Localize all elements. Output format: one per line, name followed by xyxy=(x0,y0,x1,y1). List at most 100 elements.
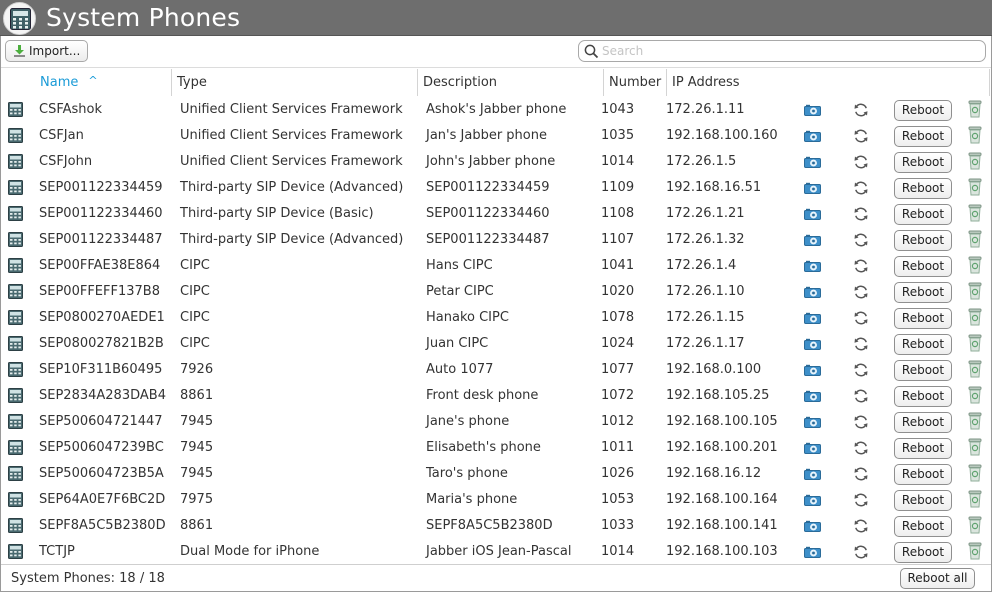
table-row[interactable]: SEP5006047239BC 7945 Elisabeth's phone 1… xyxy=(1,435,991,461)
sync-icon[interactable] xyxy=(853,102,869,118)
column-resizer[interactable] xyxy=(603,69,604,96)
column-header-description[interactable]: Description xyxy=(423,69,497,96)
table-row[interactable]: SEP2834A283DAB4 8861 Front desk phone 10… xyxy=(1,383,991,409)
reboot-all-button[interactable]: Reboot all xyxy=(900,568,975,589)
reboot-button[interactable]: Reboot xyxy=(894,386,952,407)
trash-icon[interactable] xyxy=(968,516,982,534)
reboot-button[interactable]: Reboot xyxy=(894,204,952,225)
camera-icon[interactable] xyxy=(804,520,821,532)
camera-icon[interactable] xyxy=(804,416,821,428)
table-row[interactable]: SEP080027821B2B CIPC Juan CIPC 1024 172.… xyxy=(1,331,991,357)
camera-icon[interactable] xyxy=(804,130,821,142)
trash-icon[interactable] xyxy=(968,360,982,378)
table-row[interactable]: SEP500604721447 7945 Jane's phone 1012 1… xyxy=(1,409,991,435)
reboot-button[interactable]: Reboot xyxy=(894,152,952,173)
sync-icon[interactable] xyxy=(853,206,869,222)
trash-icon[interactable] xyxy=(968,230,982,248)
camera-icon[interactable] xyxy=(804,442,821,454)
table-row[interactable]: SEP500604723B5A 7945 Taro's phone 1026 1… xyxy=(1,461,991,487)
camera-icon[interactable] xyxy=(804,208,821,220)
search-input[interactable] xyxy=(602,42,980,60)
column-resizer[interactable] xyxy=(171,69,172,96)
sync-icon[interactable] xyxy=(853,362,869,378)
reboot-button[interactable]: Reboot xyxy=(894,542,952,563)
sync-icon[interactable] xyxy=(853,518,869,534)
trash-icon[interactable] xyxy=(968,334,982,352)
sync-icon[interactable] xyxy=(853,128,869,144)
sync-icon[interactable] xyxy=(853,154,869,170)
column-resizer[interactable] xyxy=(417,69,418,96)
camera-icon[interactable] xyxy=(804,494,821,506)
reboot-button[interactable]: Reboot xyxy=(894,490,952,511)
trash-icon[interactable] xyxy=(968,438,982,456)
trash-icon[interactable] xyxy=(968,412,982,430)
reboot-button[interactable]: Reboot xyxy=(894,334,952,355)
sync-icon[interactable] xyxy=(853,388,869,404)
trash-icon[interactable] xyxy=(968,282,982,300)
table-row[interactable]: CSFJan Unified Client Services Framework… xyxy=(1,123,991,149)
trash-icon[interactable] xyxy=(968,178,982,196)
reboot-button[interactable]: Reboot xyxy=(894,438,952,459)
table-row[interactable]: SEPF8A5C5B2380D 8861 SEPF8A5C5B2380D 103… xyxy=(1,513,991,539)
camera-icon[interactable] xyxy=(804,364,821,376)
trash-icon[interactable] xyxy=(968,100,982,118)
column-header-type[interactable]: Type xyxy=(177,69,207,96)
trash-icon[interactable] xyxy=(968,308,982,326)
reboot-button[interactable]: Reboot xyxy=(894,126,952,147)
reboot-button[interactable]: Reboot xyxy=(894,464,952,485)
table-row[interactable]: SEP0800270AEDE1 CIPC Hanako CIPC 1078 17… xyxy=(1,305,991,331)
reboot-button[interactable]: Reboot xyxy=(894,100,952,121)
camera-icon[interactable] xyxy=(804,182,821,194)
trash-icon[interactable] xyxy=(968,256,982,274)
column-header-name[interactable]: Name ^ xyxy=(40,69,98,96)
camera-icon[interactable] xyxy=(804,156,821,168)
table-row[interactable]: SEP00FFEFF137B8 CIPC Petar CIPC 1020 172… xyxy=(1,279,991,305)
table-row[interactable]: SEP10F311B60495 7926 Auto 1077 1077 192.… xyxy=(1,357,991,383)
camera-icon[interactable] xyxy=(804,546,821,558)
trash-icon[interactable] xyxy=(968,152,982,170)
sync-icon[interactable] xyxy=(853,232,869,248)
reboot-button[interactable]: Reboot xyxy=(894,412,952,433)
camera-icon[interactable] xyxy=(804,286,821,298)
trash-icon[interactable] xyxy=(968,204,982,222)
reboot-button[interactable]: Reboot xyxy=(894,360,952,381)
camera-icon[interactable] xyxy=(804,468,821,480)
camera-icon[interactable] xyxy=(804,234,821,246)
trash-icon[interactable] xyxy=(968,542,982,560)
reboot-button[interactable]: Reboot xyxy=(894,516,952,537)
reboot-button[interactable]: Reboot xyxy=(894,282,952,303)
trash-icon[interactable] xyxy=(968,126,982,144)
column-header-number[interactable]: Number xyxy=(609,69,661,96)
column-resizer[interactable] xyxy=(666,69,667,96)
search-box[interactable] xyxy=(578,40,986,62)
table-row[interactable]: SEP64A0E7F6BC2D 7975 Maria's phone 1053 … xyxy=(1,487,991,513)
sync-icon[interactable] xyxy=(853,466,869,482)
sync-icon[interactable] xyxy=(853,414,869,430)
table-row[interactable]: TCTJP Dual Mode for iPhone Jabber iOS Je… xyxy=(1,539,991,565)
reboot-button[interactable]: Reboot xyxy=(894,178,952,199)
reboot-button[interactable]: Reboot xyxy=(894,256,952,277)
trash-icon[interactable] xyxy=(968,386,982,404)
reboot-button[interactable]: Reboot xyxy=(894,308,952,329)
trash-icon[interactable] xyxy=(968,464,982,482)
camera-icon[interactable] xyxy=(804,390,821,402)
camera-icon[interactable] xyxy=(804,338,821,350)
column-header-ip-address[interactable]: IP Address xyxy=(672,69,740,96)
sync-icon[interactable] xyxy=(853,440,869,456)
sync-icon[interactable] xyxy=(853,544,869,560)
sync-icon[interactable] xyxy=(853,310,869,326)
sync-icon[interactable] xyxy=(853,180,869,196)
camera-icon[interactable] xyxy=(804,260,821,272)
sync-icon[interactable] xyxy=(853,284,869,300)
table-row[interactable]: SEP001122334459 Third-party SIP Device (… xyxy=(1,175,991,201)
table-row[interactable]: SEP00FFAE38E864 CIPC Hans CIPC 1041 172.… xyxy=(1,253,991,279)
camera-icon[interactable] xyxy=(804,104,821,116)
trash-icon[interactable] xyxy=(968,490,982,508)
sync-icon[interactable] xyxy=(853,336,869,352)
sync-icon[interactable] xyxy=(853,258,869,274)
table-row[interactable]: CSFAshok Unified Client Services Framewo… xyxy=(1,97,991,123)
import-button[interactable]: Import... xyxy=(5,40,88,62)
camera-icon[interactable] xyxy=(804,312,821,324)
table-row[interactable]: CSFJohn Unified Client Services Framewor… xyxy=(1,149,991,175)
reboot-button[interactable]: Reboot xyxy=(894,230,952,251)
